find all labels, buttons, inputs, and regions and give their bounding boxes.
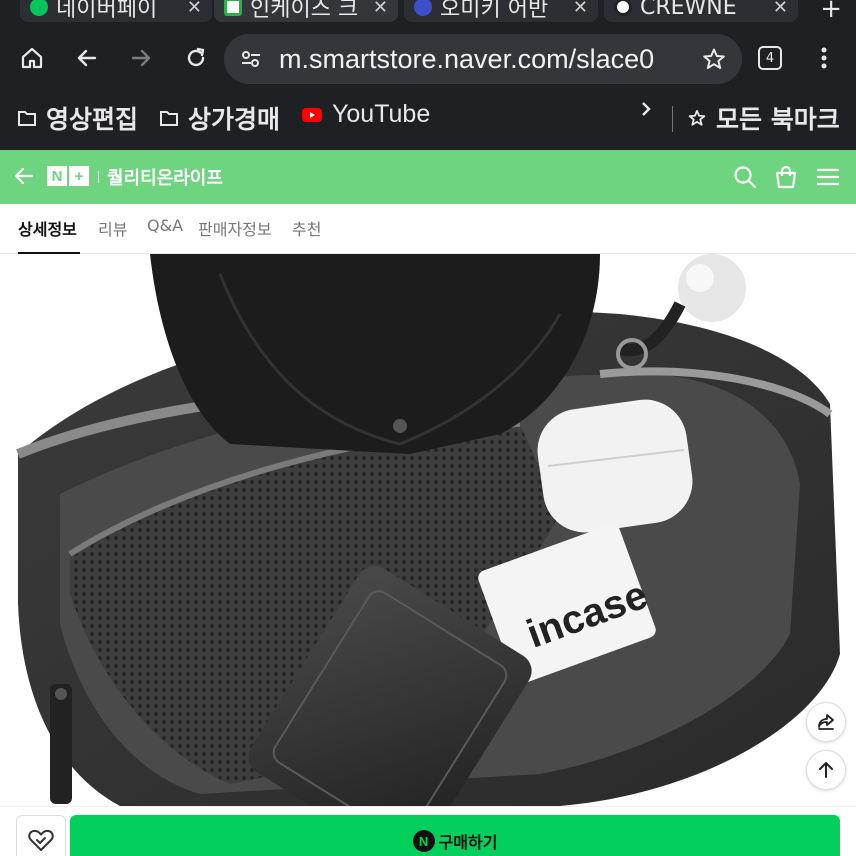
bookmarks-bar: 영상편집 상가경매 YouTube 모든 북마크 — [0, 92, 856, 150]
tab-qna[interactable]: Q&A — [147, 216, 183, 235]
bookmark-label: YouTube — [332, 100, 431, 128]
close-tab-icon[interactable]: ✕ — [573, 0, 588, 18]
more-vert-icon — [821, 47, 827, 69]
tab-recommend[interactable]: 추천 — [292, 216, 321, 240]
naver-plus-logo[interactable]: N + — [47, 166, 89, 186]
close-tab-icon[interactable]: ✕ — [773, 0, 788, 18]
product-subtabs: 상세정보 리뷰 Q&A 판매자정보 추천 — [0, 204, 856, 254]
page-favicon — [414, 0, 432, 16]
menu-button[interactable] — [806, 40, 842, 76]
folder-icon — [18, 111, 36, 126]
search-icon[interactable] — [732, 164, 758, 190]
buy-button[interactable]: N 구매하기 — [70, 815, 840, 856]
logo-plus: + — [69, 166, 89, 186]
buy-button-content: N 구매하기 — [412, 829, 498, 853]
tab-reviews[interactable]: 리뷰 — [98, 216, 127, 240]
reload-button[interactable] — [178, 40, 214, 76]
close-tab-icon[interactable]: ✕ — [187, 0, 202, 18]
tab-title: 오미키 어반 — [440, 0, 549, 22]
bookmark-youtube[interactable]: YouTube — [302, 100, 430, 129]
naver-pay-n-icon: N — [412, 830, 435, 852]
browser-tab-strip: 네이버페이 ✕ 인케이스 크 ✕ 오미키 어반 ✕ CREWNE ✕ + — [0, 0, 856, 26]
bookmark-label: 모든 북마크 — [716, 105, 840, 134]
logo-n: N — [47, 166, 67, 186]
product-image: incase — [0, 254, 856, 806]
store-name[interactable]: 퀄리티온라이프 — [107, 164, 223, 190]
bookmarks-divider — [672, 106, 673, 132]
share-icon — [818, 714, 834, 730]
share-button[interactable] — [806, 702, 846, 742]
browser-tab[interactable]: 오미키 어반 ✕ — [404, 0, 598, 22]
arrow-left-icon — [77, 49, 97, 67]
url-text: m.smartstore.naver.com/slace0 — [279, 43, 655, 74]
store-favicon — [224, 0, 242, 16]
address-bar[interactable]: m.smartstore.naver.com/slace0 — [224, 34, 742, 84]
shopping-bag-icon[interactable] — [773, 164, 799, 190]
star-icon — [688, 109, 706, 126]
back-button[interactable] — [69, 40, 105, 76]
folder-icon — [160, 111, 178, 126]
header-divider — [98, 171, 99, 183]
home-button[interactable] — [14, 40, 50, 76]
site-settings-icon[interactable] — [240, 49, 262, 69]
bookmark-label: 상가경매 — [188, 105, 281, 134]
purchase-bar: N 구매하기 — [0, 806, 856, 856]
bookmark-folder[interactable]: 상가경매 — [160, 100, 280, 136]
back-arrow-icon[interactable] — [12, 164, 36, 188]
bookmark-label: 영상편집 — [46, 105, 139, 134]
menu-icon[interactable] — [815, 164, 841, 190]
tab-seller-info[interactable]: 판매자정보 — [198, 216, 272, 240]
store-header: N + 퀄리티온라이프 — [0, 150, 856, 204]
browser-toolbar: m.smartstore.naver.com/slace0 4 — [0, 26, 856, 92]
heart-check-icon — [28, 829, 54, 851]
browser-tab[interactable]: 네이버페이 ✕ — [20, 0, 212, 22]
bookmarks-overflow-button[interactable] — [640, 100, 652, 118]
star-icon[interactable] — [702, 47, 726, 71]
tab-details[interactable]: 상세정보 — [18, 216, 77, 240]
arrow-up-icon — [819, 762, 833, 778]
new-tab-button[interactable]: + — [820, 0, 842, 24]
arrow-right-icon — [131, 49, 151, 67]
crewne-favicon — [614, 0, 632, 16]
tab-title: 네이버페이 — [56, 0, 158, 22]
buy-label: 구매하기 — [438, 833, 498, 852]
product-illustration: incase — [16, 254, 840, 806]
wishlist-button[interactable] — [16, 815, 66, 856]
browser-tab-active[interactable]: 인케이스 크 ✕ — [214, 0, 398, 22]
youtube-icon — [302, 107, 322, 122]
naver-pay-icon — [30, 0, 48, 16]
browser-tab[interactable]: CREWNE ✕ — [604, 0, 798, 22]
close-tab-icon[interactable]: ✕ — [373, 0, 388, 18]
tab-switcher-button[interactable]: 4 — [758, 46, 782, 70]
tab-title: 인케이스 크 — [250, 0, 359, 22]
home-icon — [21, 47, 43, 69]
tab-title: CREWNE — [640, 0, 737, 20]
scroll-top-button[interactable] — [806, 750, 846, 790]
reload-icon — [187, 47, 205, 67]
all-bookmarks-button[interactable]: 모든 북마크 — [688, 100, 840, 136]
chevron-right-icon — [642, 102, 651, 116]
forward-button[interactable] — [123, 40, 159, 76]
bookmark-folder[interactable]: 영상편집 — [18, 100, 138, 136]
